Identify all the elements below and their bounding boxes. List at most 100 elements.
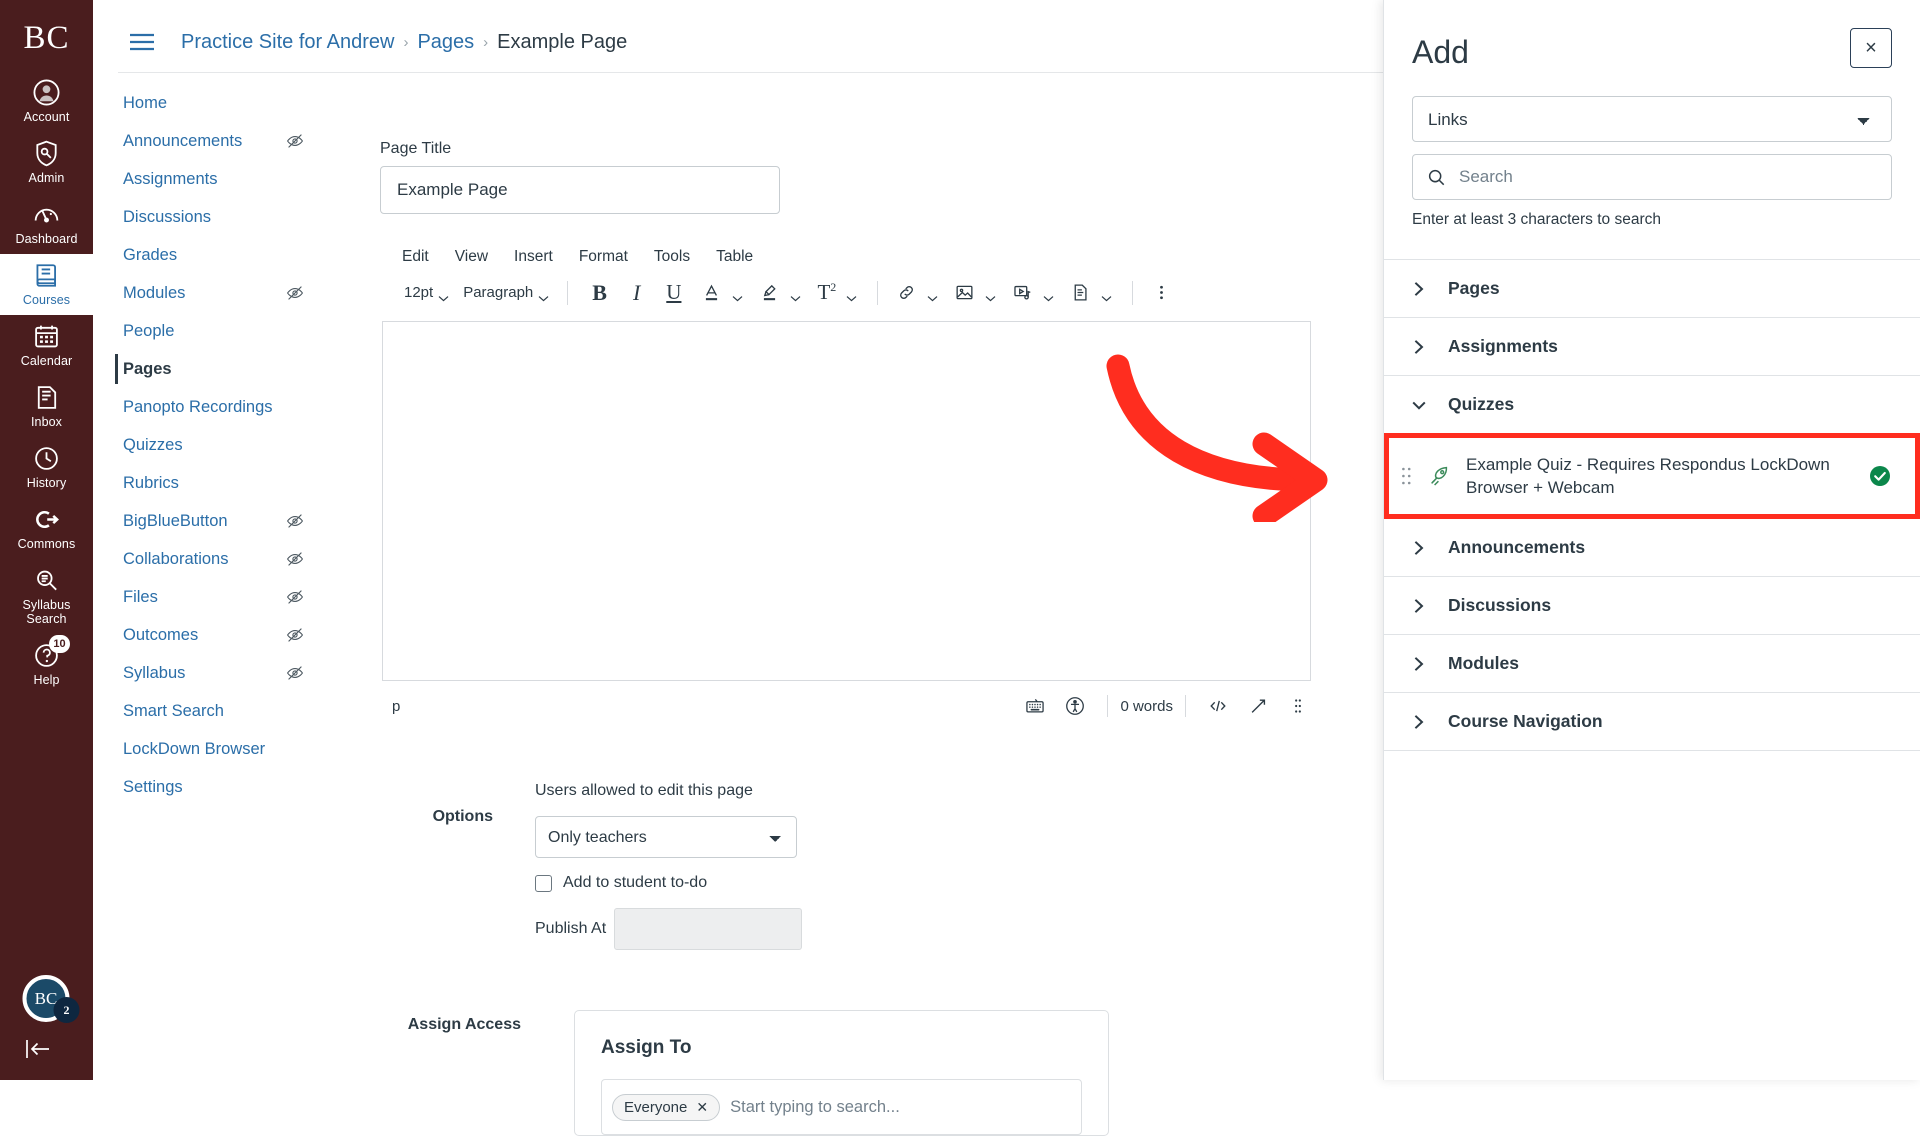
text-color-button[interactable]	[695, 278, 728, 307]
global-nav-calendar[interactable]: Calendar	[0, 315, 93, 376]
publish-at-input[interactable]	[614, 908, 802, 950]
menu-insert[interactable]: Insert	[514, 248, 553, 266]
collapse-nav-icon[interactable]	[24, 1036, 54, 1062]
keyboard-shortcuts-icon[interactable]	[1024, 695, 1046, 717]
menu-tools[interactable]: Tools	[654, 248, 690, 266]
superscript-subscript-button[interactable]: T2	[811, 276, 842, 309]
block-format-dropdown[interactable]: Paragraph	[457, 280, 555, 305]
course-nav-item-people[interactable]: People	[93, 312, 323, 350]
course-nav-item-rubrics[interactable]: Rubrics	[93, 464, 323, 502]
course-nav-item-modules[interactable]: Modules	[93, 274, 323, 312]
global-nav-help[interactable]: 10 Help	[0, 634, 93, 695]
accordion-quizzes[interactable]: Quizzes	[1384, 376, 1920, 433]
page-title-label: Page Title	[380, 140, 1340, 158]
chevron-down-icon[interactable]	[1101, 289, 1112, 296]
accordion-pages[interactable]: Pages	[1384, 260, 1920, 318]
list-item-quiz[interactable]: Example Quiz - Requires Respondus LockDo…	[1384, 433, 1920, 519]
chevron-down-icon[interactable]	[1043, 289, 1054, 296]
chevron-down-icon[interactable]	[732, 289, 743, 296]
global-nav-account[interactable]: Account	[0, 71, 93, 132]
status-divider	[1185, 695, 1186, 717]
global-nav-label: Courses	[23, 293, 70, 307]
add-to-student-todo-row[interactable]: Add to student to-do	[535, 874, 802, 892]
chevron-down-icon[interactable]	[927, 289, 938, 296]
global-nav-admin[interactable]: Admin	[0, 132, 93, 193]
course-nav-item-announcements[interactable]: Announcements	[93, 122, 323, 160]
assignee-pill-everyone[interactable]: Everyone ✕	[612, 1094, 720, 1121]
course-nav-item-collaborations[interactable]: Collaborations	[93, 540, 323, 578]
course-nav-item-grades[interactable]: Grades	[93, 236, 323, 274]
avatar[interactable]: BC 2	[23, 975, 70, 1022]
insert-link-button[interactable]	[890, 278, 923, 307]
chevron-down-icon[interactable]	[846, 289, 857, 296]
resize-handle-icon[interactable]	[1287, 695, 1309, 717]
course-nav-item-assignments[interactable]: Assignments	[93, 160, 323, 198]
editor-content-area[interactable]	[382, 321, 1311, 681]
search-input[interactable]	[1457, 166, 1877, 188]
global-nav-dashboard[interactable]: Dashboard	[0, 193, 93, 254]
global-nav-label: History	[27, 476, 67, 490]
bold-button[interactable]: B	[580, 280, 619, 306]
font-size-value: 12pt	[404, 284, 433, 301]
accordion-assignments[interactable]: Assignments	[1384, 318, 1920, 376]
link-type-select[interactable]: Links	[1412, 96, 1892, 142]
chevron-down-icon[interactable]	[985, 289, 996, 296]
global-nav-commons[interactable]: Commons	[0, 498, 93, 559]
add-to-student-todo-checkbox[interactable]	[535, 875, 552, 892]
global-nav-label: Help	[33, 673, 59, 687]
course-nav-item-lockdown-browser[interactable]: LockDown Browser	[93, 730, 323, 768]
insert-media-button[interactable]	[1006, 278, 1039, 307]
course-nav-item-syllabus[interactable]: Syllabus	[93, 654, 323, 692]
course-nav-item-discussions[interactable]: Discussions	[93, 198, 323, 236]
font-size-dropdown[interactable]: 12pt	[398, 280, 455, 305]
html-editor-icon[interactable]	[1207, 695, 1229, 717]
accordion-discussions[interactable]: Discussions	[1384, 577, 1920, 635]
course-nav-item-panopto-recordings[interactable]: Panopto Recordings	[93, 388, 323, 426]
course-nav-item-outcomes[interactable]: Outcomes	[93, 616, 323, 654]
hamburger-menu-icon[interactable]	[125, 25, 159, 59]
underline-button[interactable]: U	[654, 280, 693, 305]
global-nav-inbox[interactable]: Inbox	[0, 376, 93, 437]
page-title-input[interactable]	[380, 166, 780, 214]
publish-at-label: Publish At	[535, 920, 606, 938]
assign-to-input[interactable]: Everyone ✕ Start typing to search...	[601, 1079, 1082, 1135]
menu-view[interactable]: View	[455, 248, 488, 266]
chevron-right-icon	[1412, 654, 1426, 674]
users-allowed-select[interactable]: Only teachers	[535, 816, 797, 858]
breadcrumb-pages[interactable]: Pages	[417, 31, 474, 54]
course-nav-item-smart-search[interactable]: Smart Search	[93, 692, 323, 730]
accordion-announcements[interactable]: Announcements	[1384, 519, 1920, 577]
highlight-color-button[interactable]	[753, 278, 786, 307]
italic-button[interactable]: I	[621, 280, 652, 306]
accordion-course-navigation[interactable]: Course Navigation	[1384, 693, 1920, 751]
menu-format[interactable]: Format	[579, 248, 628, 266]
global-nav-courses[interactable]: Courses	[0, 254, 93, 315]
inbox-tray-icon	[32, 383, 61, 412]
course-nav-label: People	[123, 320, 174, 342]
global-nav-syllabus-search[interactable]: Syllabus Search	[0, 559, 93, 634]
drag-handle-icon[interactable]	[1401, 465, 1412, 487]
underline-glyph: U	[666, 280, 681, 305]
fullscreen-icon[interactable]	[1247, 695, 1269, 717]
course-nav-item-settings[interactable]: Settings	[93, 768, 323, 806]
accessibility-checker-icon[interactable]	[1064, 695, 1086, 717]
remove-pill-icon[interactable]: ✕	[696, 1099, 708, 1116]
tray-search-wrapper[interactable]	[1412, 154, 1892, 200]
course-nav-item-pages[interactable]: Pages	[93, 350, 323, 388]
menu-table[interactable]: Table	[716, 248, 753, 266]
insert-document-button[interactable]	[1064, 278, 1097, 307]
course-nav-item-files[interactable]: Files	[93, 578, 323, 616]
global-nav-history[interactable]: History	[0, 437, 93, 498]
course-nav-item-quizzes[interactable]: Quizzes	[93, 426, 323, 464]
course-nav-item-bigbluebutton[interactable]: BigBlueButton	[93, 502, 323, 540]
insert-image-button[interactable]	[948, 278, 981, 307]
accordion-modules[interactable]: Modules	[1384, 635, 1920, 693]
chevron-down-icon[interactable]	[790, 289, 801, 296]
breadcrumb-course[interactable]: Practice Site for Andrew	[181, 31, 394, 54]
editor-overflow-menu-button[interactable]	[1145, 278, 1178, 307]
menu-edit[interactable]: Edit	[402, 248, 429, 266]
course-nav-item-home[interactable]: Home	[93, 84, 323, 122]
close-icon[interactable]: ×	[1850, 28, 1892, 68]
tray-title: Add	[1412, 36, 1469, 68]
breadcrumb-current: Example Page	[497, 31, 627, 54]
